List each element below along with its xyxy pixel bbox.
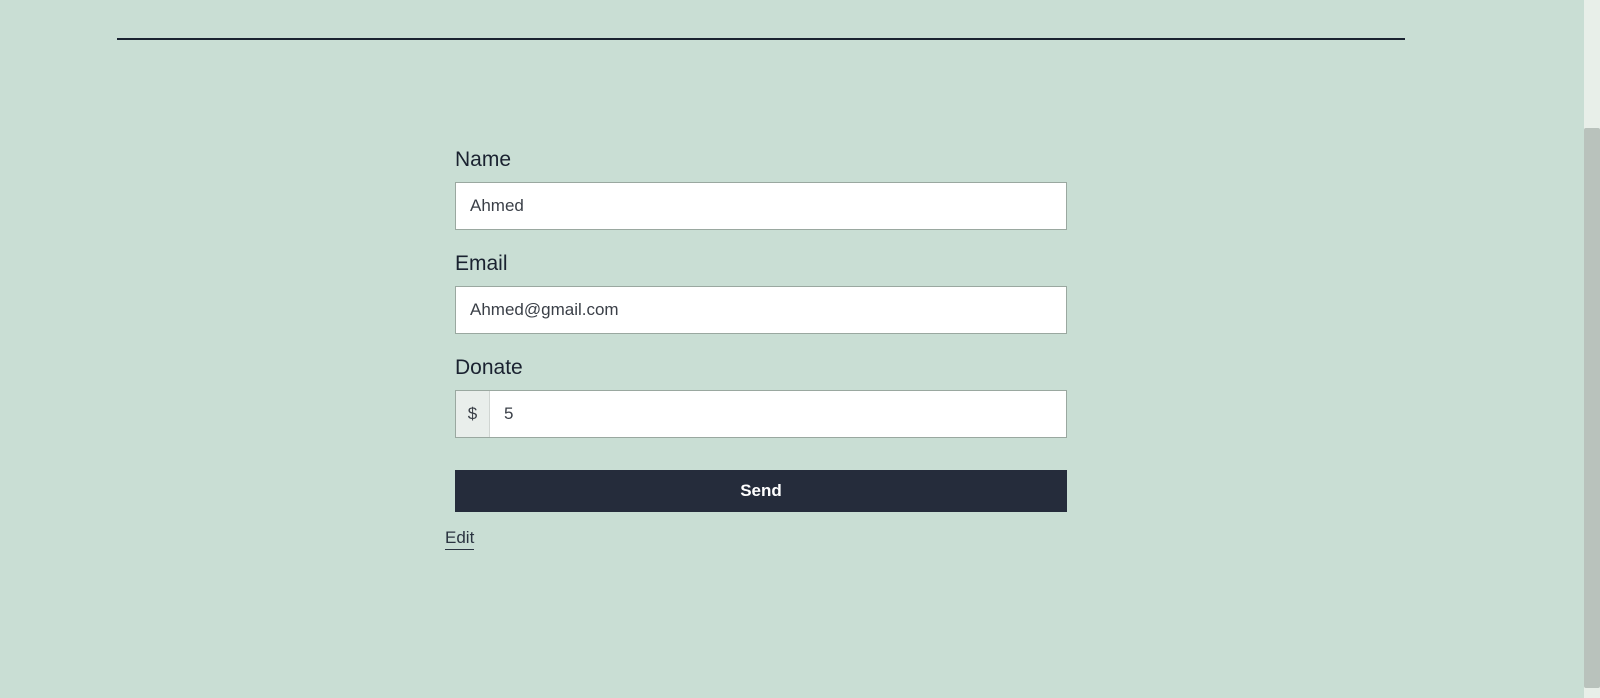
name-input[interactable] (455, 182, 1067, 230)
donation-form: Name Email Donate $ Send (455, 148, 1067, 512)
email-label: Email (455, 252, 1067, 276)
email-group: Email (455, 252, 1067, 334)
name-label: Name (455, 148, 1067, 172)
scrollbar-thumb[interactable] (1584, 128, 1600, 688)
donate-input-wrapper: $ (455, 390, 1067, 438)
edit-link[interactable]: Edit (445, 528, 474, 550)
name-group: Name (455, 148, 1067, 230)
donate-group: Donate $ (455, 356, 1067, 438)
email-input[interactable] (455, 286, 1067, 334)
currency-prefix: $ (456, 391, 490, 437)
donate-label: Donate (455, 356, 1067, 380)
scrollbar-track[interactable] (1584, 0, 1600, 698)
horizontal-divider (117, 38, 1405, 40)
send-button[interactable]: Send (455, 470, 1067, 512)
page-container: Name Email Donate $ Send Edit (0, 0, 1600, 698)
donate-input[interactable] (490, 391, 1066, 437)
